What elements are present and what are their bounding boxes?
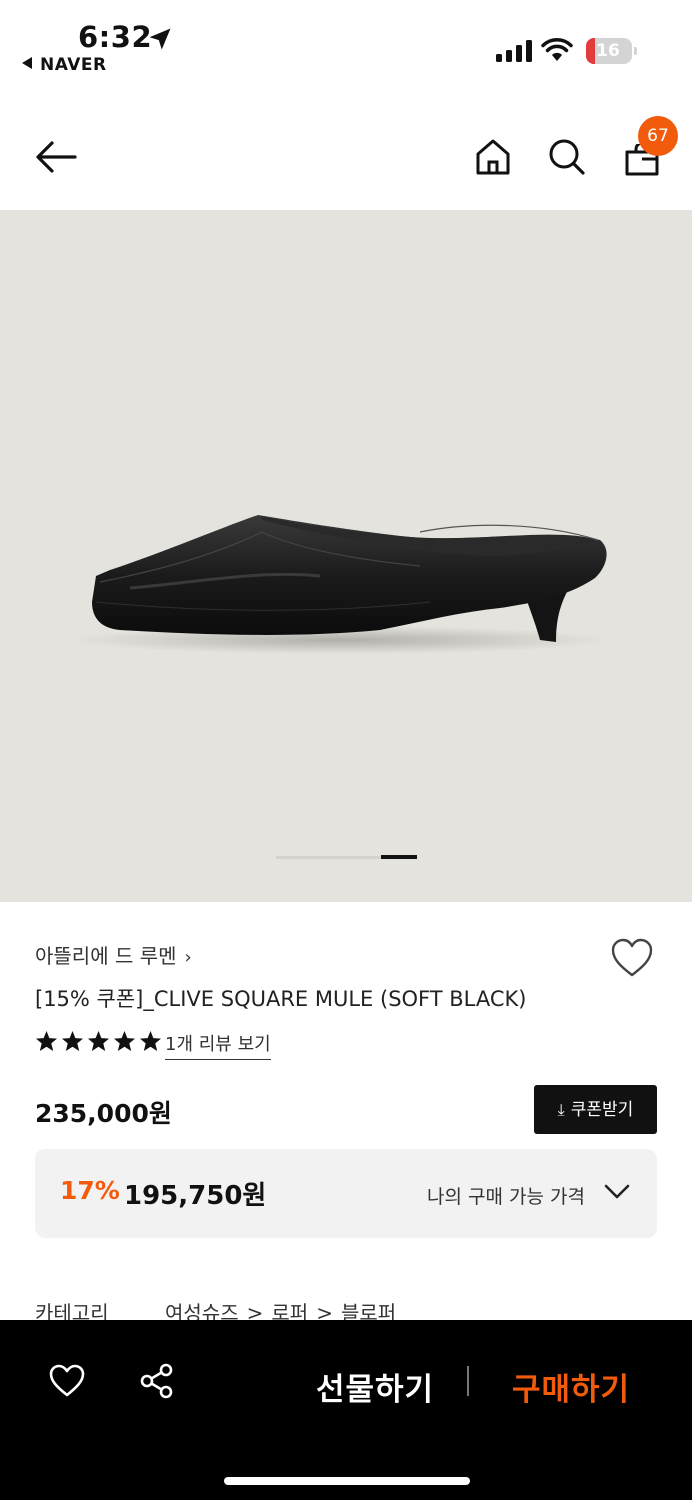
original-price: 235,000원 — [35, 1099, 172, 1128]
battery-indicator: 16 — [586, 38, 637, 64]
battery-level: 16 — [596, 41, 620, 61]
shoe-image — [70, 515, 610, 654]
chevron-right-icon: › — [184, 947, 192, 968]
buy-button[interactable]: 구매하기 — [512, 1364, 630, 1409]
brand-link[interactable]: 아뜰리에 드 루멘 › — [35, 940, 192, 969]
coupon-download-button[interactable]: ⤓ 쿠폰받기 — [534, 1085, 657, 1134]
cellular-signal-icon — [496, 40, 532, 62]
my-price-panel[interactable]: 17% 195,750원 나의 구매 가능 가격 — [35, 1149, 657, 1238]
wishlist-heart-icon[interactable] — [48, 1364, 86, 1398]
discount-price: 195,750원 — [124, 1181, 267, 1211]
image-pager-indicator — [381, 855, 417, 859]
product-title: [15% 쿠폰]_CLIVE SQUARE MULE (SOFT BLACK) — [35, 987, 527, 1011]
discount-percent: 17% — [60, 1176, 120, 1205]
my-price-label: 나의 구매 가능 가격 — [427, 1186, 585, 1208]
product-image[interactable] — [0, 210, 692, 902]
star-icon — [35, 1030, 58, 1052]
status-bar: 6:32 NAVER 16 — [0, 0, 692, 90]
star-icon — [61, 1030, 84, 1052]
star-icon — [113, 1030, 136, 1052]
coupon-button-label: 쿠폰받기 — [570, 1100, 634, 1120]
brand-name: 아뜰리에 드 루멘 — [35, 944, 177, 968]
download-icon: ⤓ — [557, 1100, 565, 1119]
share-icon[interactable] — [138, 1362, 176, 1400]
star-icon — [139, 1030, 162, 1052]
home-indicator[interactable] — [224, 1477, 470, 1485]
back-to-app-button[interactable]: NAVER — [22, 55, 107, 75]
review-link[interactable]: 1개 리뷰 보기 — [165, 1030, 271, 1060]
search-icon[interactable] — [548, 138, 586, 176]
bottom-action-bar — [0, 1320, 692, 1500]
chevron-down-icon — [604, 1184, 630, 1199]
status-time: 6:32 — [78, 20, 153, 54]
back-triangle-icon — [22, 57, 32, 69]
cart-count-badge: 67 — [638, 116, 678, 156]
wifi-icon — [541, 38, 573, 61]
back-arrow-icon[interactable] — [34, 140, 78, 174]
gift-button[interactable]: 선물하기 — [316, 1364, 434, 1409]
rating-stars — [35, 1030, 162, 1054]
back-app-label: NAVER — [40, 55, 107, 75]
heart-icon[interactable] — [610, 938, 654, 978]
bottom-divider — [467, 1366, 469, 1396]
location-arrow-icon — [149, 28, 171, 50]
top-nav-bar — [0, 110, 692, 206]
home-icon[interactable] — [475, 138, 511, 176]
star-icon — [87, 1030, 110, 1052]
